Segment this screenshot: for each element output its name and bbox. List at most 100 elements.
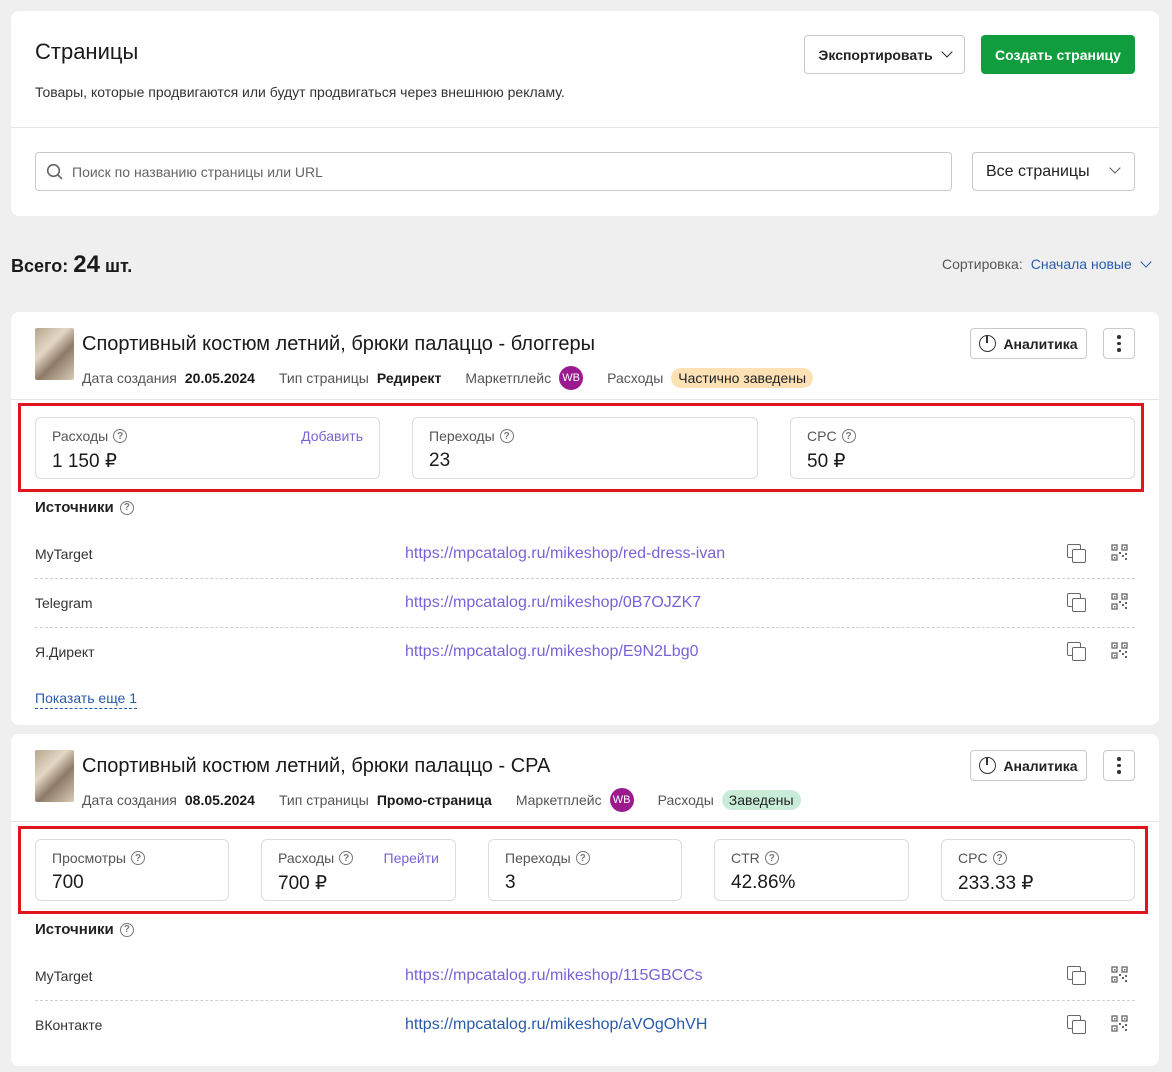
more-menu-button[interactable]	[1103, 750, 1135, 781]
source-url[interactable]: https://mpcatalog.ru/mikeshop/115GBCCs	[405, 967, 703, 985]
sources-heading: Источники ?	[35, 921, 134, 938]
qr-code-icon[interactable]	[1111, 642, 1128, 659]
metric-value: 700	[52, 872, 84, 893]
source-name: Я.Директ	[35, 644, 95, 660]
source-url[interactable]: https://mpcatalog.ru/mikeshop/red-dress-…	[405, 545, 725, 563]
metric-ctr: CTR? 42.86%	[714, 839, 909, 901]
copy-icon[interactable]	[1067, 966, 1086, 985]
create-page-button[interactable]: Создать страницу	[981, 35, 1135, 74]
pie-chart-icon	[979, 757, 997, 774]
qr-code-icon[interactable]	[1111, 1015, 1128, 1032]
metric-label: Просмотры	[52, 850, 126, 866]
card-divider	[11, 821, 1159, 822]
total-number: 24	[73, 251, 100, 278]
metric-cpc: CPC? 50 ₽	[790, 417, 1135, 479]
metric-label: Расходы	[278, 850, 335, 866]
analytics-label: Аналитика	[1003, 335, 1078, 352]
more-menu-button[interactable]	[1103, 328, 1135, 359]
marketplace-label: Маркетплейс	[515, 792, 602, 808]
analytics-label: Аналитика	[1003, 757, 1078, 774]
copy-icon[interactable]	[1067, 544, 1086, 563]
metric-expenses: Расходы? Перейти 700 ₽	[261, 839, 456, 901]
copy-icon[interactable]	[1067, 1015, 1086, 1034]
help-icon[interactable]: ?	[841, 429, 856, 443]
help-icon[interactable]: ?	[131, 851, 145, 865]
expenses-label: Расходы	[657, 792, 714, 808]
source-row: Telegram https://mpcatalog.ru/mikeshop/0…	[35, 579, 1135, 628]
help-icon[interactable]: ?	[764, 851, 779, 865]
dot	[1117, 763, 1121, 768]
qr-code-icon[interactable]	[1111, 966, 1128, 983]
help-icon[interactable]: ?	[119, 500, 134, 515]
qr-code-icon[interactable]	[1111, 544, 1128, 561]
card-meta: Дата создания 08.05.2024 Тип страницы Пр…	[82, 788, 801, 812]
metric-label-wrap: Расходы?	[278, 850, 354, 866]
copy-icon[interactable]	[1067, 593, 1086, 612]
metric-value: 50 ₽	[807, 451, 846, 472]
dot	[1117, 757, 1121, 761]
chevron-down-icon	[940, 46, 953, 58]
metric-cpc: CPC? 233.33 ₽	[941, 839, 1135, 901]
help-icon[interactable]: ?	[113, 429, 128, 443]
search-icon	[46, 163, 63, 180]
qr-code-icon[interactable]	[1111, 593, 1128, 610]
type-value: Редирект	[376, 370, 442, 386]
show-more-link[interactable]: Показать еще 1	[35, 690, 138, 709]
card-title[interactable]: Спортивный костюм летний, брюки палаццо …	[82, 333, 595, 356]
dot	[1117, 335, 1121, 339]
help-icon[interactable]: ?	[499, 429, 514, 443]
analytics-button[interactable]: Аналитика	[970, 750, 1087, 781]
status-badge: Частично заведены	[671, 368, 814, 388]
header-panel: Страницы Товары, которые продвигаются ил…	[11, 11, 1159, 216]
source-name: MyTarget	[35, 968, 93, 984]
total-prefix: Всего:	[11, 256, 69, 276]
analytics-button[interactable]: Аналитика	[970, 328, 1087, 359]
sources-heading: Источники ?	[35, 499, 134, 516]
type-label: Тип страницы	[278, 792, 369, 808]
page-card: Спортивный костюм летний, брюки палаццо …	[11, 312, 1159, 725]
source-row: MyTarget https://mpcatalog.ru/mikeshop/1…	[35, 952, 1135, 1001]
help-icon[interactable]: ?	[575, 851, 590, 865]
metric-value: 23	[429, 450, 451, 471]
source-url[interactable]: https://mpcatalog.ru/mikeshop/E9N2Lbg0	[405, 643, 699, 661]
total-suffix: шт.	[105, 256, 133, 276]
metric-value: 233.33 ₽	[958, 873, 1034, 894]
source-row: Я.Директ https://mpcatalog.ru/mikeshop/E…	[35, 628, 1135, 677]
metric-label-wrap: CTR?	[731, 850, 779, 866]
sources-label: Источники	[35, 921, 114, 938]
metric-expenses: Расходы? Добавить 1 150 ₽	[35, 417, 380, 479]
metric-label-wrap: CPC?	[958, 850, 1007, 866]
metric-label: CPC	[958, 850, 988, 866]
dot	[1117, 348, 1121, 352]
created-label: Дата создания	[82, 370, 177, 386]
help-icon[interactable]: ?	[119, 922, 134, 937]
help-icon[interactable]: ?	[339, 851, 354, 865]
product-thumbnail	[35, 328, 74, 380]
metric-label-wrap: Расходы?	[52, 428, 128, 444]
add-expenses-link[interactable]: Добавить	[301, 428, 363, 444]
source-url[interactable]: https://mpcatalog.ru/mikeshop/0B7OJZK7	[405, 594, 701, 612]
page-filter-select[interactable]: Все страницы	[972, 152, 1135, 191]
marketplace-label: Маркетплейс	[465, 370, 552, 386]
search-input[interactable]: Поиск по названию страницы или URL	[35, 152, 952, 191]
status-badge: Заведены	[721, 790, 801, 810]
card-meta: Дата создания 20.05.2024 Тип страницы Ре…	[82, 366, 814, 390]
export-button[interactable]: Экспортировать	[804, 35, 965, 74]
source-url[interactable]: https://mpcatalog.ru/mikeshop/aVOgOhVH	[405, 1016, 707, 1034]
card-divider	[11, 399, 1159, 400]
sort-select[interactable]: Сначала новые	[1030, 255, 1152, 272]
card-title[interactable]: Спортивный костюм летний, брюки палаццо …	[82, 755, 550, 778]
header-divider	[11, 127, 1159, 128]
help-icon[interactable]: ?	[992, 851, 1007, 865]
sort-value: Сначала новые	[1030, 256, 1132, 272]
created-label: Дата создания	[82, 792, 177, 808]
created-value: 08.05.2024	[184, 792, 255, 808]
source-name: ВКонтакте	[35, 1017, 103, 1033]
sources-label: Источники	[35, 499, 114, 516]
pie-chart-icon	[979, 335, 997, 352]
metric-views: Просмотры? 700	[35, 839, 229, 901]
metric-clicks: Переходы? 23	[412, 417, 758, 479]
copy-icon[interactable]	[1067, 642, 1086, 661]
go-expenses-link[interactable]: Перейти	[384, 850, 439, 866]
total-count: Всего: 24 шт.	[11, 251, 132, 279]
